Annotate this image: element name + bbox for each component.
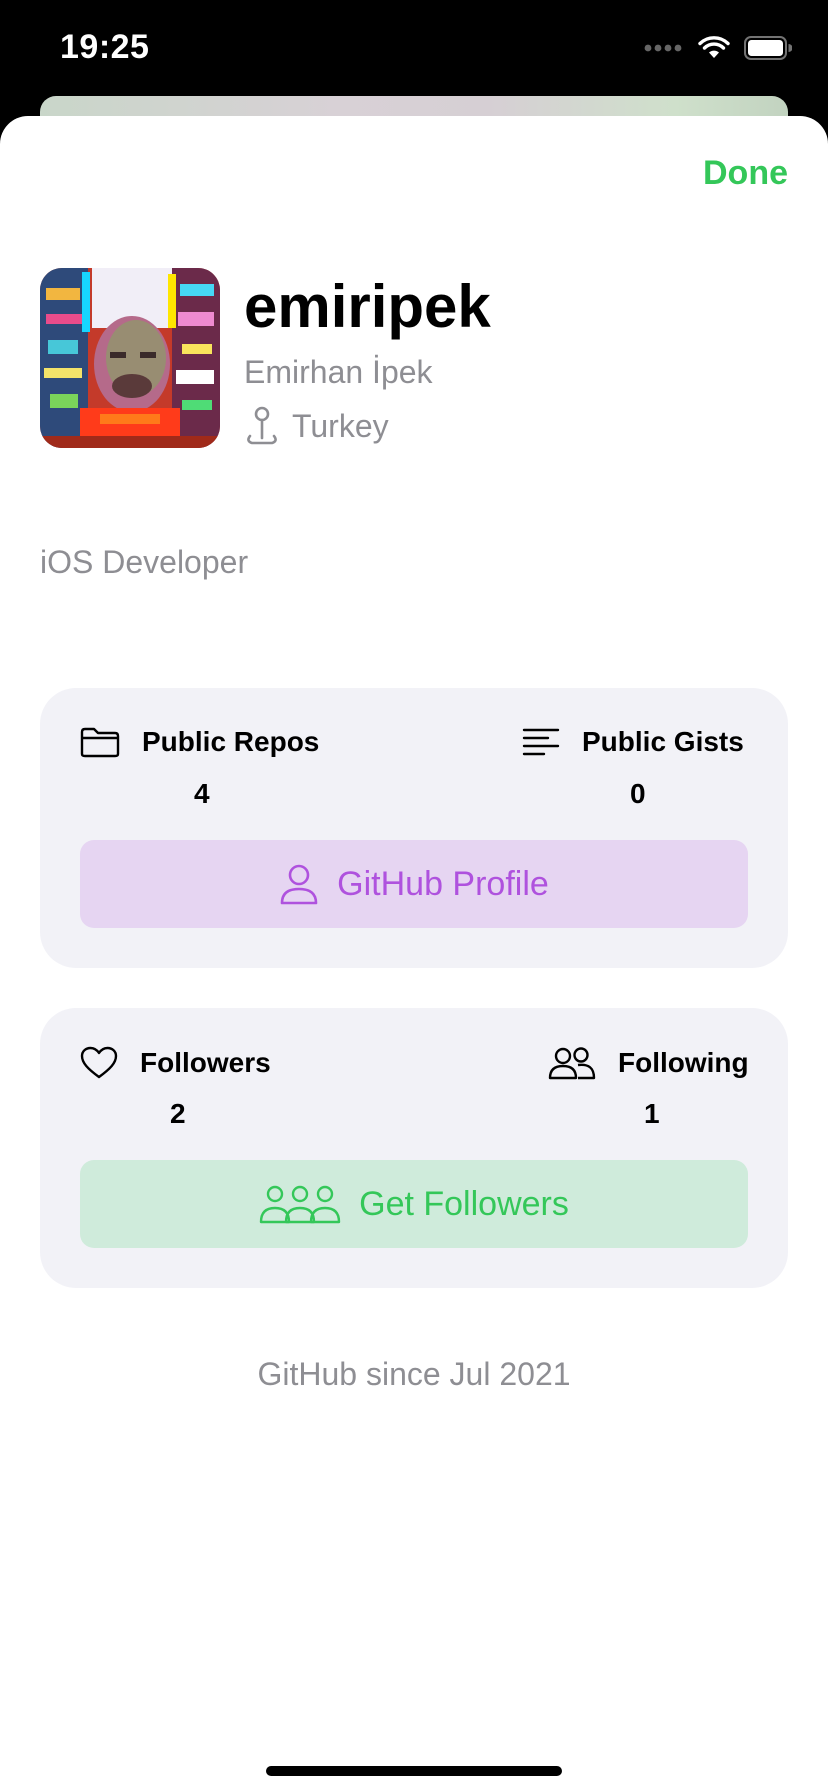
github-profile-label: GitHub Profile [337,864,549,903]
public-gists-stat: Public Gists 0 [522,726,744,809]
two-people-icon [548,1047,596,1080]
repos-card: Public Repos 4 Public Gists 0 GitHub Pro… [40,688,788,968]
heart-icon [80,1046,118,1079]
followers-count: 2 [170,1098,186,1129]
get-followers-button[interactable]: Get Followers [80,1160,748,1248]
avatar [40,268,220,448]
status-time: 19:25 [60,28,150,66]
member-since-label: GitHub since Jul 2021 [257,1356,571,1392]
status-bar: 19:25 [0,0,828,100]
full-name: Emirhan İpek [244,354,433,390]
followers-card: Followers 2 Following 1 Get Followers [40,1008,788,1288]
text-align-left-icon [522,728,560,756]
followers-stat: Followers 2 [80,1046,271,1129]
location: Turkey [244,406,389,446]
status-icons [644,36,792,60]
done-button[interactable]: Done [703,154,788,193]
following-stat: Following 1 [548,1046,749,1129]
get-followers-label: Get Followers [359,1184,569,1223]
bio: iOS Developer [40,544,249,580]
public-gists-count: 0 [630,778,646,809]
map-pin-icon [247,406,277,445]
public-repos-label: Public Repos [142,726,320,757]
location-label: Turkey [292,407,389,444]
public-repos-count: 4 [194,778,210,809]
public-gists-label: Public Gists [582,726,744,757]
following-label: Following [618,1047,749,1078]
battery-icon [744,36,792,60]
public-repos-stat: Public Repos 4 [80,726,320,809]
folder-icon [80,727,120,758]
three-people-icon [259,1185,341,1224]
github-profile-button[interactable]: GitHub Profile [80,840,748,928]
wifi-icon [698,36,730,58]
username: emiripek [244,273,491,340]
user-info-sheet: Done emiripek Emirhan İpek Turkey iOS De… [0,116,828,1792]
following-count: 1 [644,1098,660,1129]
home-indicator[interactable] [266,1766,562,1776]
cellular-signal-icon [644,44,682,52]
person-icon [280,864,318,905]
followers-label: Followers [140,1047,271,1078]
